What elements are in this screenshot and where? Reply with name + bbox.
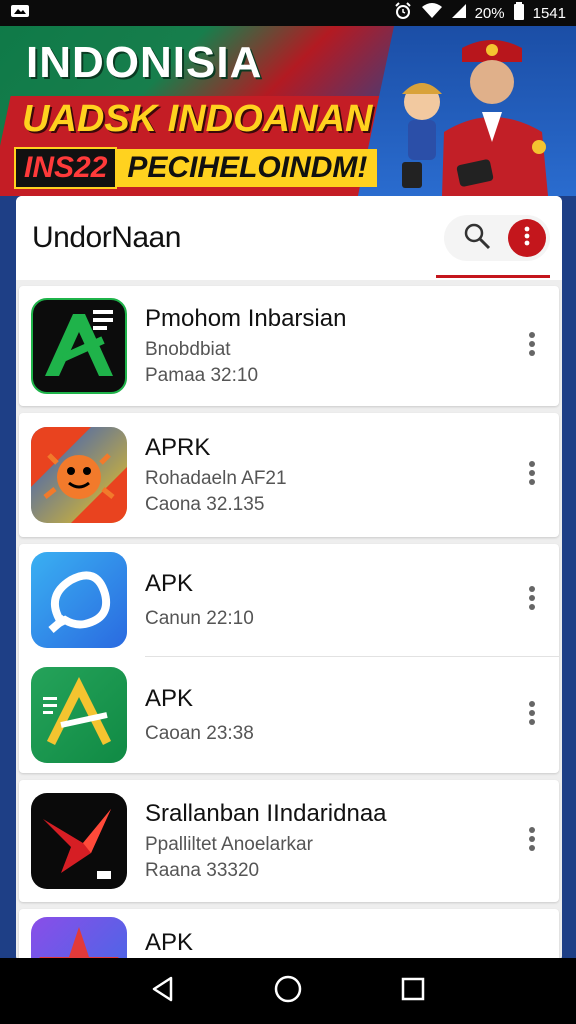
green-a-app-icon [31,298,127,394]
app-name: Srallanban IIndaridnaa [145,800,387,827]
banner-title: INDONISIA [26,38,263,87]
list-item[interactable]: APK [19,909,559,962]
list-card: Pmohom Inbarsian Bnobdbiat Pamaa 32:10 [19,286,559,406]
list-item[interactable]: Pmohom Inbarsian Bnobdbiat Pamaa 32:10 [19,286,559,406]
alarm-icon [393,1,413,25]
purple-star-app-icon [31,917,127,962]
notification-icon [10,3,30,23]
promo-banner[interactable]: INDONISIA UADSK INDOANAN INS22 PECIHELOI… [0,26,576,196]
list-item[interactable]: Srallanban IIndaridnaa Ppalliltet Anoela… [19,780,559,902]
list-card: APK [19,909,559,962]
battery-percent: 20% [474,4,505,22]
promo-code: INS22 [14,147,118,189]
home-icon [273,974,303,1009]
signal-icon [451,3,467,23]
list-item[interactable]: APK Caoan 23:38 [19,657,559,773]
recents-icon [400,976,426,1007]
app-name: Pmohom Inbarsian [145,305,347,332]
list-card: Srallanban IIndaridnaa Ppalliltet Anoela… [19,780,559,902]
clock: 1541 [532,4,566,22]
blue-chat-app-icon [31,552,127,648]
search-icon [462,221,492,256]
app-subtitle: Ppalliltet Anoelarkar [145,834,313,855]
more-options-button[interactable] [508,219,546,257]
item-overflow-button[interactable] [517,452,547,498]
app-name: APRK [145,434,211,461]
more-vert-icon [529,700,535,731]
search-button[interactable] [460,221,494,255]
back-icon [149,975,177,1008]
recents-button[interactable] [391,969,435,1013]
list-card: APK Canun 22:10 APK Caoan 23:38 [19,544,559,773]
page-title: UndorNaan [32,221,181,254]
app-subtitle: Rohadaeln AF21 [145,468,287,489]
orange-bug-app-icon [31,427,127,523]
status-bar: 20% 1541 [0,0,576,26]
app-name: APK [145,570,194,597]
item-overflow-button[interactable] [517,577,547,623]
more-vert-icon [524,226,530,251]
more-vert-icon [529,585,535,616]
mascot-illustration [382,32,552,196]
back-button[interactable] [141,969,185,1013]
app-meta: Raana 33320 [145,860,260,881]
app-list: Pmohom Inbarsian Bnobdbiat Pamaa 32:10 A… [16,280,562,962]
promo-text: PECIHELOINDM! [117,149,378,187]
app-name: APK [145,685,194,712]
banner-subtitle: UADSK INDOANAN [22,98,373,140]
banner-promo: INS22 PECIHELOINDM! [14,146,378,190]
header-actions [444,215,550,261]
list-item[interactable]: APK Canun 22:10 [19,544,559,656]
item-overflow-button[interactable] [517,692,547,738]
green-gold-a-app-icon [31,667,127,763]
item-overflow-button[interactable] [517,323,547,369]
list-card: APRK Rohadaeln AF21 Caona 32.135 [19,413,559,537]
app-meta: Caoan 23:38 [145,723,254,744]
app-meta: Pamaa 32:10 [145,365,259,386]
item-overflow-button[interactable] [517,818,547,864]
app-name: APK [145,929,194,956]
list-item[interactable]: APRK Rohadaeln AF21 Caona 32.135 [19,413,559,537]
more-vert-icon [529,460,535,491]
wifi-icon [421,2,443,24]
app-list-card: UndorNaan Pmohom Inbarsian Bnobdbiat Pam… [16,196,562,962]
app-meta: Canun 22:10 [145,608,254,629]
active-tab-indicator [436,275,550,278]
system-nav-bar [0,958,576,1024]
app-subtitle: Bnobdbiat [145,339,231,360]
red-origami-app-icon [31,793,127,889]
more-vert-icon [529,826,535,857]
more-vert-icon [529,331,535,362]
app-meta: Caona 32.135 [145,494,265,515]
home-button[interactable] [266,969,310,1013]
battery-icon [513,2,525,24]
app-header: UndorNaan [16,196,562,280]
